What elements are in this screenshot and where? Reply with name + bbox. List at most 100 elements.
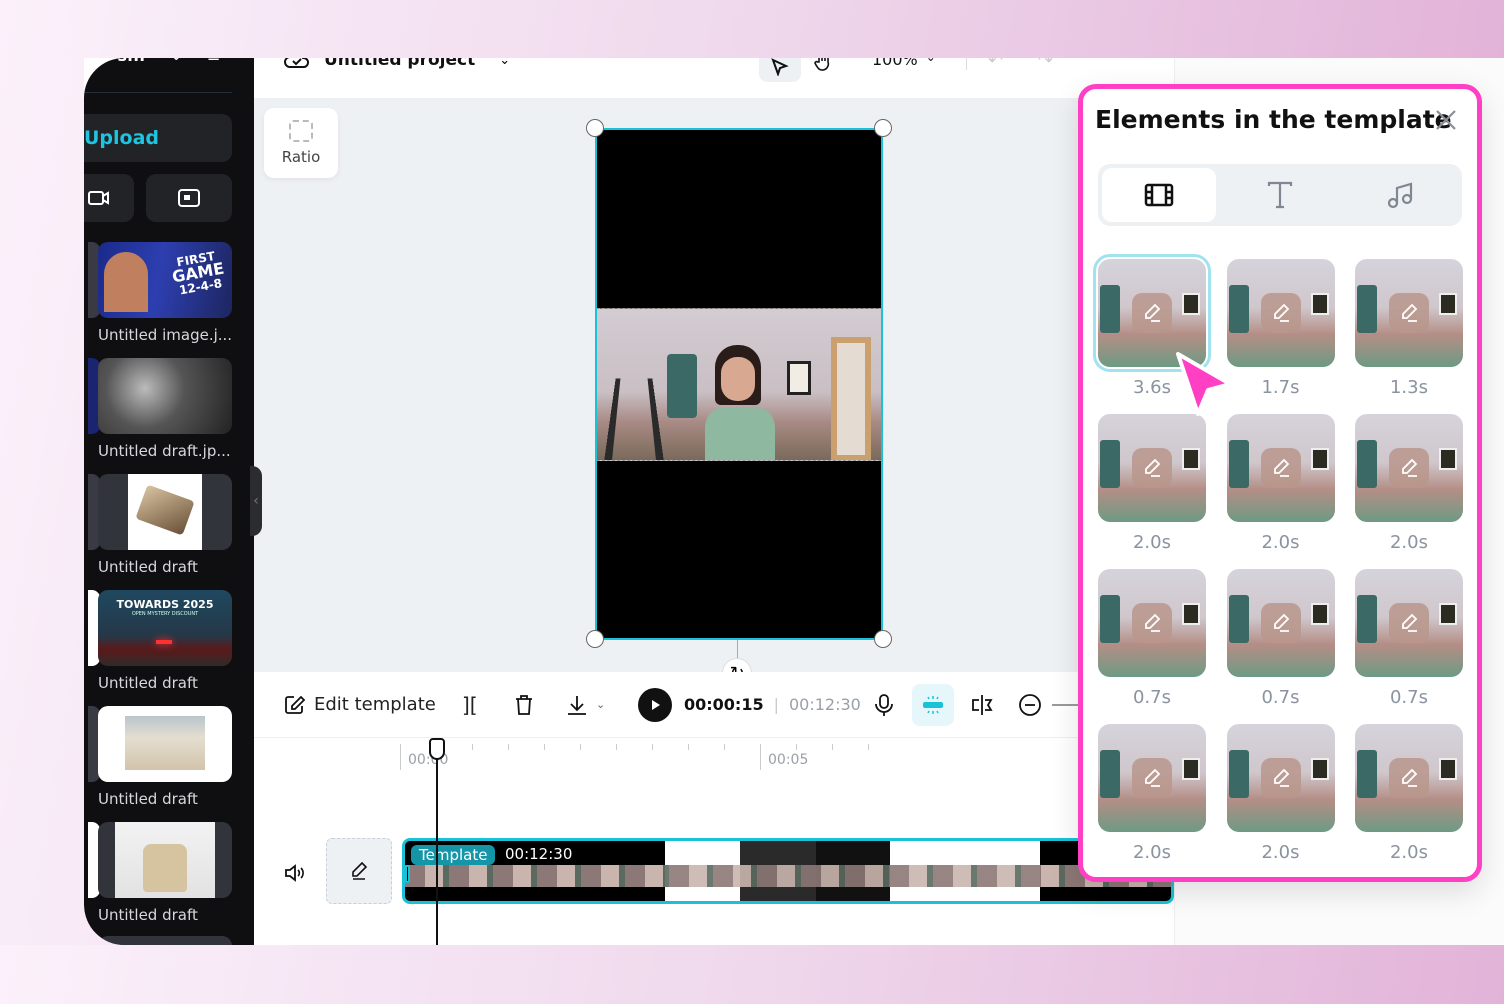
collapse-sidebar-handle[interactable]: ‹ bbox=[250, 466, 262, 536]
edit-element-button[interactable] bbox=[1260, 293, 1301, 333]
media-item[interactable] bbox=[98, 936, 232, 945]
clip-trim-handle[interactable] bbox=[405, 865, 410, 883]
edit-element-button[interactable] bbox=[1132, 758, 1172, 798]
edit-template-button[interactable]: Edit template bbox=[284, 694, 436, 715]
pencil-icon bbox=[1402, 613, 1418, 632]
hand-icon bbox=[814, 58, 830, 71]
upload-button[interactable]: Upload bbox=[84, 114, 232, 162]
person-figure bbox=[104, 252, 148, 312]
edit-element-button[interactable] bbox=[1260, 448, 1301, 488]
picture-frame bbox=[1182, 758, 1200, 780]
media-item[interactable]: Untitled draft bbox=[88, 822, 232, 924]
phone bbox=[1228, 750, 1249, 798]
media-item[interactable]: Untitled draft bbox=[88, 474, 232, 576]
edit-element-button[interactable] bbox=[1260, 603, 1301, 643]
media-thumbnail bbox=[98, 474, 232, 550]
cover-edit-button[interactable] bbox=[326, 838, 392, 904]
element-thumbnail[interactable] bbox=[1226, 569, 1335, 677]
template-element[interactable]: 0.7s bbox=[1226, 569, 1335, 708]
divider bbox=[966, 58, 967, 70]
select-tool-button[interactable] bbox=[759, 58, 801, 82]
element-thumbnail[interactable] bbox=[1226, 414, 1335, 522]
media-item[interactable]: Untitled draft bbox=[88, 706, 232, 808]
split-screen-button[interactable] bbox=[970, 694, 994, 716]
tab-text[interactable] bbox=[1223, 168, 1337, 222]
split-button[interactable]: ][ bbox=[462, 693, 478, 717]
template-element[interactable]: 1.7s bbox=[1226, 259, 1335, 398]
redo-icon[interactable]: ↷ bbox=[1038, 58, 1053, 71]
media-item[interactable]: TOWARDS 2025 OPEN MYSTERY DISCOUNT Untit… bbox=[88, 590, 232, 692]
template-clip[interactable]: Template 00:12:30 bbox=[402, 838, 1174, 904]
bag-image bbox=[125, 716, 205, 770]
workspace-name[interactable]: r s... bbox=[104, 58, 145, 65]
element-thumbnail[interactable] bbox=[1098, 414, 1206, 522]
element-thumbnail[interactable] bbox=[1355, 414, 1463, 522]
tab-audio[interactable] bbox=[1344, 168, 1458, 222]
resize-handle[interactable] bbox=[874, 630, 892, 648]
clip-duration: 00:12:30 bbox=[505, 845, 573, 863]
divider bbox=[84, 92, 232, 93]
element-thumbnail[interactable] bbox=[1355, 724, 1463, 832]
zoom-dropdown[interactable]: 100% ⌄ bbox=[872, 58, 936, 69]
magnet-snap-toggle[interactable] bbox=[912, 683, 954, 726]
video-preview[interactable] bbox=[595, 128, 883, 640]
chevron-down-icon[interactable]: ⌄ bbox=[171, 58, 181, 63]
element-thumbnail[interactable] bbox=[1226, 259, 1335, 367]
mute-button[interactable] bbox=[284, 864, 306, 886]
zoom-value: 100% bbox=[872, 58, 918, 69]
hand-tool-button[interactable] bbox=[814, 58, 834, 76]
edit-element-button[interactable] bbox=[1132, 293, 1172, 333]
edit-element-button[interactable] bbox=[1389, 758, 1429, 798]
edit-element-button[interactable] bbox=[1389, 448, 1429, 488]
record-audio-button[interactable] bbox=[874, 693, 894, 717]
chevron-down-icon[interactable]: ⌄ bbox=[499, 58, 510, 68]
resize-handle[interactable] bbox=[586, 630, 604, 648]
phone bbox=[1228, 595, 1249, 643]
edit-element-button[interactable] bbox=[1132, 448, 1172, 488]
timeline: 00:00 00:05 Template 00:12:30 bbox=[254, 738, 1174, 945]
screen-record-icon bbox=[178, 189, 200, 207]
play-button[interactable] bbox=[638, 687, 672, 722]
download-dropdown[interactable]: ⌄ bbox=[566, 694, 605, 716]
resize-handle[interactable] bbox=[874, 119, 892, 137]
template-element[interactable]: 0.7s bbox=[1098, 569, 1206, 708]
tab-video[interactable] bbox=[1102, 168, 1216, 222]
playhead-handle[interactable] bbox=[429, 738, 445, 760]
project-name[interactable]: Untitled project bbox=[324, 58, 475, 70]
element-thumbnail[interactable] bbox=[1355, 259, 1463, 367]
record-screen-button[interactable] bbox=[146, 174, 232, 222]
sort-icon[interactable]: ☰ bbox=[207, 58, 220, 64]
element-duration: 2.0s bbox=[1389, 842, 1428, 863]
zoom-out-button[interactable] bbox=[1018, 693, 1042, 717]
template-element[interactable]: 2.0s bbox=[1355, 724, 1463, 863]
delete-button[interactable] bbox=[514, 694, 534, 716]
media-item[interactable]: FIRST GAME 12-4-8 Untitled image.j... bbox=[88, 242, 232, 344]
template-element[interactable]: 2.0s bbox=[1355, 414, 1463, 553]
element-thumbnail[interactable] bbox=[1355, 569, 1463, 677]
template-element[interactable]: 2.0s bbox=[1098, 414, 1206, 553]
element-thumbnail[interactable] bbox=[1098, 724, 1206, 832]
edit-element-button[interactable] bbox=[1389, 603, 1429, 643]
record-video-button[interactable] bbox=[84, 174, 134, 222]
element-thumbnail[interactable] bbox=[1098, 569, 1206, 677]
ruler-tick bbox=[472, 744, 473, 750]
close-icon[interactable] bbox=[1433, 107, 1459, 133]
resize-handle[interactable] bbox=[586, 119, 604, 137]
media-item[interactable]: Untitled draft.jp... bbox=[88, 358, 232, 460]
edit-element-button[interactable] bbox=[1389, 293, 1429, 333]
cloud-saved-icon[interactable] bbox=[284, 58, 310, 69]
phone bbox=[1228, 440, 1249, 488]
template-element[interactable]: 2.0s bbox=[1098, 724, 1206, 863]
edit-element-button[interactable] bbox=[1260, 758, 1301, 798]
upload-label: Upload bbox=[84, 127, 160, 149]
template-element[interactable]: 0.7s bbox=[1355, 569, 1463, 708]
template-element[interactable]: 1.3s bbox=[1355, 259, 1463, 398]
template-element[interactable]: 2.0s bbox=[1226, 414, 1335, 553]
undo-icon[interactable]: ↶ bbox=[988, 58, 1003, 71]
total-time: 00:12:30 bbox=[788, 695, 861, 714]
template-element[interactable]: 2.0s bbox=[1226, 724, 1335, 863]
ratio-button[interactable]: Ratio bbox=[264, 108, 338, 178]
element-thumbnail[interactable] bbox=[1226, 724, 1335, 832]
edit-element-button[interactable] bbox=[1132, 603, 1172, 643]
playhead[interactable] bbox=[436, 738, 438, 945]
